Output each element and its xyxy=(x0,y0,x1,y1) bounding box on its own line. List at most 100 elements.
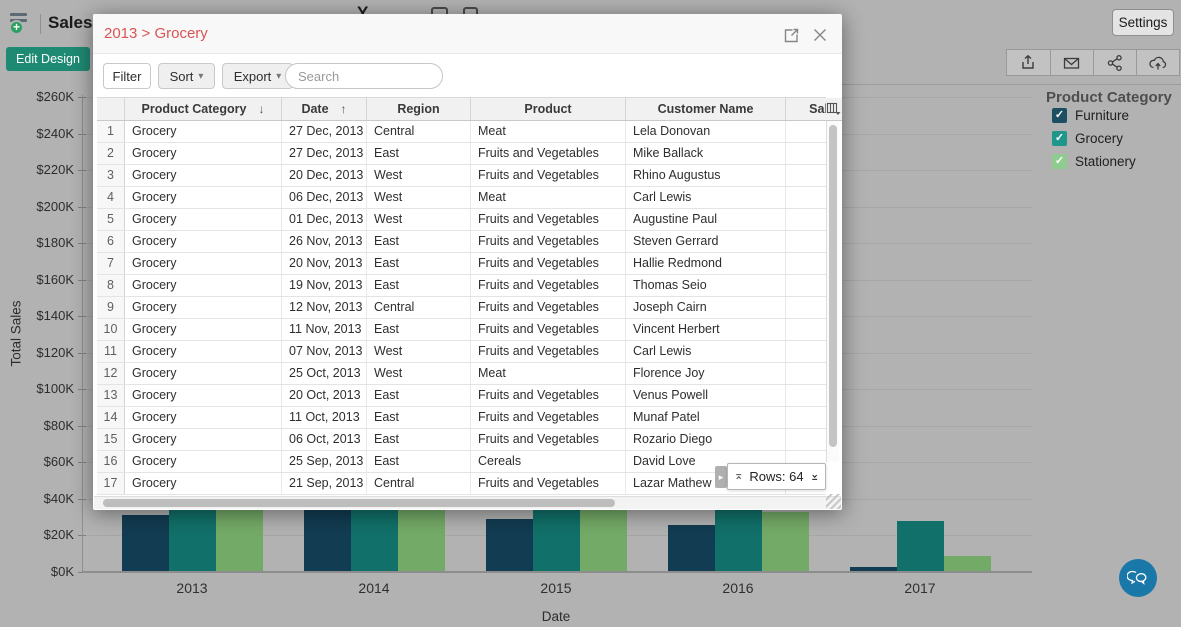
y-tick-label: $180K xyxy=(36,235,74,250)
table-cell: Grocery xyxy=(125,429,282,450)
y-axis-line xyxy=(82,95,83,572)
resize-grip[interactable] xyxy=(826,494,841,509)
search-box xyxy=(285,63,474,89)
table-cell: Grocery xyxy=(125,143,282,164)
row-number-cell: 15 xyxy=(97,429,125,450)
bar-grocery-2016[interactable] xyxy=(714,508,762,572)
view-list-icon[interactable]: + xyxy=(9,11,38,39)
column-header-label: Product xyxy=(524,102,572,116)
y-tick-label: $220K xyxy=(36,162,74,177)
y-tick-label: $100K xyxy=(36,381,74,396)
row-number-cell: 16 xyxy=(97,451,125,472)
column-header-product-category[interactable]: Product Category ↓ xyxy=(125,98,282,120)
table-cell: Florence Joy xyxy=(626,363,786,384)
row-number-cell: 3 xyxy=(97,165,125,186)
export-menu-button[interactable]: Export ▾ xyxy=(222,63,293,89)
table-cell: Rhino Augustus xyxy=(626,165,786,186)
cloud-upload-button[interactable] xyxy=(1135,50,1179,75)
legend-item-grocery: ✓ Grocery xyxy=(1052,129,1136,147)
legend-checkbox[interactable]: ✓ xyxy=(1052,107,1067,123)
table-cell: Fruits and Vegetables xyxy=(471,473,626,494)
expand-column-button[interactable]: ▸ xyxy=(715,466,727,488)
table-cell: Fruits and Vegetables xyxy=(471,385,626,406)
open-in-new-icon[interactable] xyxy=(783,27,800,44)
row-number-cell: 7 xyxy=(97,253,125,274)
drilldown-modal: 2013 > Grocery Filter Sort ▾ Export ▾ Prod… xyxy=(93,14,842,510)
bar-stationery-2015[interactable] xyxy=(579,502,627,572)
y-tick-label: $0K xyxy=(50,563,74,579)
table-cell: Central xyxy=(367,473,471,494)
column-header-region[interactable]: Region xyxy=(367,98,471,120)
legend-label: Stationery xyxy=(1075,153,1136,169)
table-cell: 12 Nov, 2013 xyxy=(282,297,367,318)
table-cell: 20 Dec, 2013 xyxy=(282,165,367,186)
export-button[interactable] xyxy=(1007,50,1050,75)
legend-checkbox[interactable]: ✓ xyxy=(1052,153,1067,169)
vertical-scrollbar[interactable] xyxy=(826,121,839,462)
horizontal-scrollbar-thumb[interactable] xyxy=(103,499,615,507)
filter-button[interactable]: Filter xyxy=(103,63,151,89)
row-number-cell: 13 xyxy=(97,385,125,406)
bar-stationery-2013[interactable] xyxy=(215,500,263,572)
y-axis-title: Total Sales xyxy=(8,300,24,367)
bar-furniture-2015[interactable] xyxy=(485,519,533,572)
expand-bottom-icon[interactable] xyxy=(811,471,818,483)
table-cell: Grocery xyxy=(125,187,282,208)
page-title: Sales xyxy=(48,13,93,32)
table-cell: Fruits and Vegetables xyxy=(471,407,626,428)
add-view-plus-icon[interactable]: + xyxy=(9,20,24,35)
chat-button[interactable] xyxy=(1119,559,1157,597)
table-cell: East xyxy=(367,231,471,252)
share-button[interactable] xyxy=(1092,50,1136,75)
y-tick-label: $160K xyxy=(36,271,74,287)
vertical-scrollbar-thumb[interactable] xyxy=(829,125,837,447)
export-label: Export xyxy=(233,68,272,84)
table-cell: Grocery xyxy=(125,341,282,362)
edit-design-button[interactable]: Edit Design xyxy=(6,47,90,71)
search-input[interactable] xyxy=(298,68,474,84)
sort-label: Sort xyxy=(169,68,194,84)
table-cell: 21 Sep, 2013 xyxy=(282,473,367,494)
settings-button[interactable]: Settings xyxy=(1112,9,1174,36)
table-cell: Fruits and Vegetables xyxy=(471,341,626,362)
table-row: 10 Grocery 11 Nov, 2013 East Fruits and Vege… xyxy=(97,319,826,341)
table-cell: Grocery xyxy=(125,275,282,296)
column-header-date[interactable]: Date ↑ xyxy=(282,98,367,120)
table-cell: Vincent Herbert xyxy=(626,319,786,340)
table-cell xyxy=(786,187,826,208)
email-button[interactable] xyxy=(1049,50,1093,75)
table-cell: Grocery xyxy=(125,407,282,428)
column-header-customer-name[interactable]: Customer Name xyxy=(626,98,786,120)
bar-grocery-2017[interactable] xyxy=(896,520,944,572)
table-cell: East xyxy=(367,451,471,472)
y-tick-label: $20K xyxy=(43,527,74,542)
table-cell: Grocery xyxy=(125,451,282,472)
row-number-cell: 10 xyxy=(97,319,125,340)
horizontal-scrollbar[interactable] xyxy=(94,496,841,509)
column-chooser-button[interactable] xyxy=(826,98,842,121)
column-header-product[interactable]: Product xyxy=(471,98,626,120)
bar-stationery-2016[interactable] xyxy=(761,511,809,572)
row-number-cell: 9 xyxy=(97,297,125,318)
table-cell: Rozario Diego xyxy=(626,429,786,450)
table-row: 4 Grocery 06 Dec, 2013 West Meat Carl Lewis xyxy=(97,187,826,209)
column-header-label: Product Category xyxy=(141,102,247,116)
column-header-label: Customer Name xyxy=(657,102,754,116)
legend-checkbox[interactable]: ✓ xyxy=(1052,130,1067,146)
bar-stationery-2017[interactable] xyxy=(943,555,991,572)
table-cell: 19 Nov, 2013 xyxy=(282,275,367,296)
table-cell: Munaf Patel xyxy=(626,407,786,428)
sort-button[interactable]: Sort ▾ xyxy=(158,63,215,89)
column-header-sales[interactable]: Sales xyxy=(786,98,826,120)
table-cell xyxy=(786,275,826,296)
table-cell xyxy=(786,385,826,406)
table-cell: Grocery xyxy=(125,473,282,494)
x-axis-title: Date xyxy=(541,609,571,624)
close-icon[interactable] xyxy=(812,27,828,43)
bar-furniture-2016[interactable] xyxy=(667,524,715,572)
table-cell: Grocery xyxy=(125,363,282,384)
collapse-top-icon[interactable] xyxy=(735,471,742,483)
bar-furniture-2013[interactable] xyxy=(121,515,169,572)
right-arrow-icon: ▸ xyxy=(718,472,724,482)
table-cell: Carl Lewis xyxy=(626,341,786,362)
